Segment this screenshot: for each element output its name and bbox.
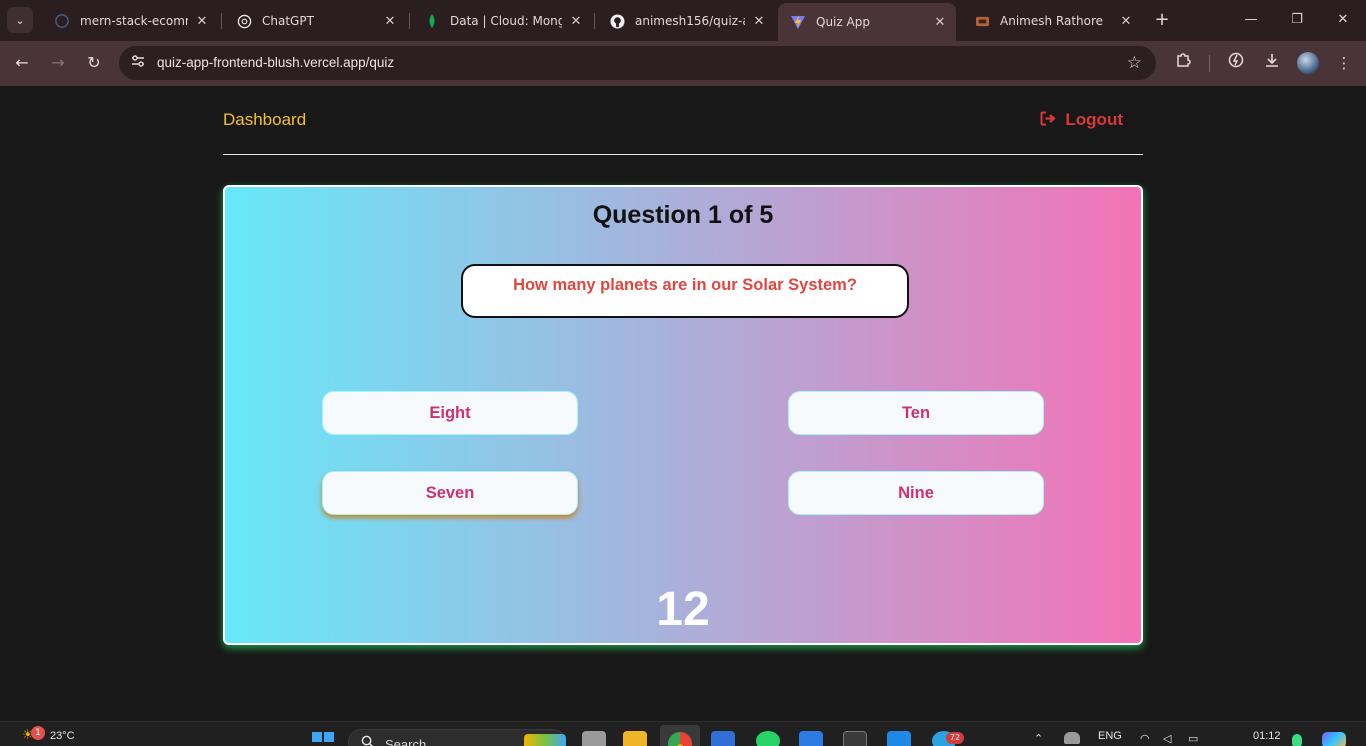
browser-tab[interactable]: ChatGPT ✕ <box>224 5 406 37</box>
vite-icon <box>790 14 806 30</box>
tab-title: animesh156/quiz-app <box>635 14 745 28</box>
search-icon <box>361 735 375 746</box>
site-settings-icon[interactable] <box>129 54 147 72</box>
clock-time[interactable]: 01:12 <box>1253 730 1281 742</box>
forward-arrow-icon[interactable]: → <box>47 52 69 74</box>
tab-title: Animesh Rathore <box>1000 14 1104 28</box>
whatsapp-icon[interactable] <box>756 731 780 746</box>
minimize-icon[interactable]: — <box>1241 10 1261 30</box>
performance-icon[interactable] <box>1225 52 1247 74</box>
chatgpt-icon <box>236 13 252 29</box>
battery-icon[interactable]: ▭ <box>1188 732 1198 745</box>
reload-icon[interactable]: ↻ <box>83 52 105 74</box>
browser-tab[interactable]: Data | Cloud: MongoD ✕ <box>412 5 592 37</box>
toolbar-divider <box>1209 55 1210 72</box>
question-counter: Question 1 of 5 <box>592 201 774 229</box>
language-indicator[interactable]: ENG <box>1098 730 1122 742</box>
temperature[interactable]: 23°C <box>50 730 75 742</box>
window-close-icon[interactable]: ✕ <box>1333 10 1353 30</box>
task-view-icon[interactable] <box>582 731 606 746</box>
close-icon[interactable]: ✕ <box>932 15 948 30</box>
back-arrow-icon[interactable]: ← <box>11 52 33 74</box>
file-explorer-icon[interactable] <box>623 731 647 746</box>
question-box: How many planets are in our Solar System… <box>461 264 909 318</box>
tab-title: Quiz App <box>816 15 870 29</box>
browser-tab-active[interactable]: Quiz App ✕ <box>778 3 956 41</box>
browser-tab-bar: ⌄ mern-stack-ecommer ✕ ChatGPT ✕ Data | … <box>0 0 1366 41</box>
logout-button[interactable]: Logout <box>1040 110 1123 130</box>
close-icon[interactable]: ✕ <box>1118 14 1134 29</box>
terminal-icon[interactable] <box>843 731 867 746</box>
portfolio-icon <box>974 13 990 29</box>
onedrive-icon[interactable] <box>1064 732 1080 744</box>
notification-badge: 1 <box>31 726 45 740</box>
dashboard-link[interactable]: Dashboard <box>223 110 306 130</box>
countdown-timer: 12 <box>656 583 710 636</box>
download-icon[interactable] <box>1261 52 1283 74</box>
copilot-icon[interactable] <box>1322 732 1346 746</box>
logout-label: Logout <box>1065 110 1123 129</box>
close-icon[interactable]: ✕ <box>568 14 584 29</box>
status-dot-icon <box>1292 734 1302 746</box>
telegram-badge: 72 <box>946 732 964 744</box>
search-highlight-icon[interactable] <box>524 734 566 746</box>
app-navbar: Dashboard Logout <box>223 86 1143 155</box>
tab-title: Data | Cloud: MongoD <box>450 14 562 28</box>
todo-check-icon[interactable] <box>799 731 823 746</box>
more-menu-icon[interactable]: ⋮ <box>1333 52 1355 74</box>
answer-option-hovered[interactable]: Seven <box>322 471 578 515</box>
tray-chevron-icon[interactable]: ⌃ <box>1034 732 1043 745</box>
browser-tab[interactable]: Animesh Rathore ✕ <box>962 5 1142 37</box>
question-text: How many planets are in our Solar System… <box>513 276 857 294</box>
search-label: Search <box>385 737 427 746</box>
microsoft-store-icon[interactable] <box>711 731 735 746</box>
answer-option[interactable]: Ten <box>788 391 1044 435</box>
browser-tab[interactable]: mern-stack-ecommer ✕ <box>42 5 218 37</box>
taskbar: ☀ 1 23°C Search 72 ⌃ ENG ◠ ◁ ▭ 01:12 <box>0 721 1366 746</box>
new-tab-plus-icon[interactable]: + <box>1152 10 1172 30</box>
close-icon[interactable]: ✕ <box>751 14 767 29</box>
tab-search-dropdown-icon[interactable]: ⌄ <box>7 7 33 33</box>
tab-separator <box>409 13 410 29</box>
browser-tab[interactable]: animesh156/quiz-app ✕ <box>597 5 775 37</box>
address-bar[interactable]: quiz-app-frontend-blush.vercel.app/quiz … <box>119 46 1156 80</box>
volume-icon[interactable]: ◁ <box>1163 732 1171 745</box>
tab-separator <box>221 13 222 29</box>
close-icon[interactable]: ✕ <box>194 14 210 29</box>
quiz-card: Question 1 of 5 How many planets are in … <box>223 185 1143 645</box>
tab-title: mern-stack-ecommer <box>80 14 188 28</box>
extensions-puzzle-icon[interactable] <box>1172 52 1194 74</box>
profile-avatar[interactable] <box>1297 52 1319 74</box>
mongodb-leaf-icon <box>424 13 440 29</box>
github-icon <box>54 13 70 29</box>
windows-start-icon[interactable] <box>312 732 334 746</box>
tab-title: ChatGPT <box>262 14 314 28</box>
vscode-icon[interactable] <box>887 731 911 746</box>
github-icon <box>609 13 625 29</box>
tab-separator <box>594 13 595 29</box>
answer-option[interactable]: Nine <box>788 471 1044 515</box>
answer-option[interactable]: Eight <box>322 391 578 435</box>
logout-icon <box>1040 111 1057 130</box>
bookmark-star-icon[interactable]: ☆ <box>1127 53 1142 73</box>
wifi-icon[interactable]: ◠ <box>1140 732 1150 745</box>
browser-toolbar: ← → ↻ quiz-app-frontend-blush.vercel.app… <box>0 41 1366 86</box>
url-text[interactable]: quiz-app-frontend-blush.vercel.app/quiz <box>157 55 394 70</box>
close-icon[interactable]: ✕ <box>382 14 398 29</box>
restore-icon[interactable]: ❐ <box>1287 10 1307 30</box>
